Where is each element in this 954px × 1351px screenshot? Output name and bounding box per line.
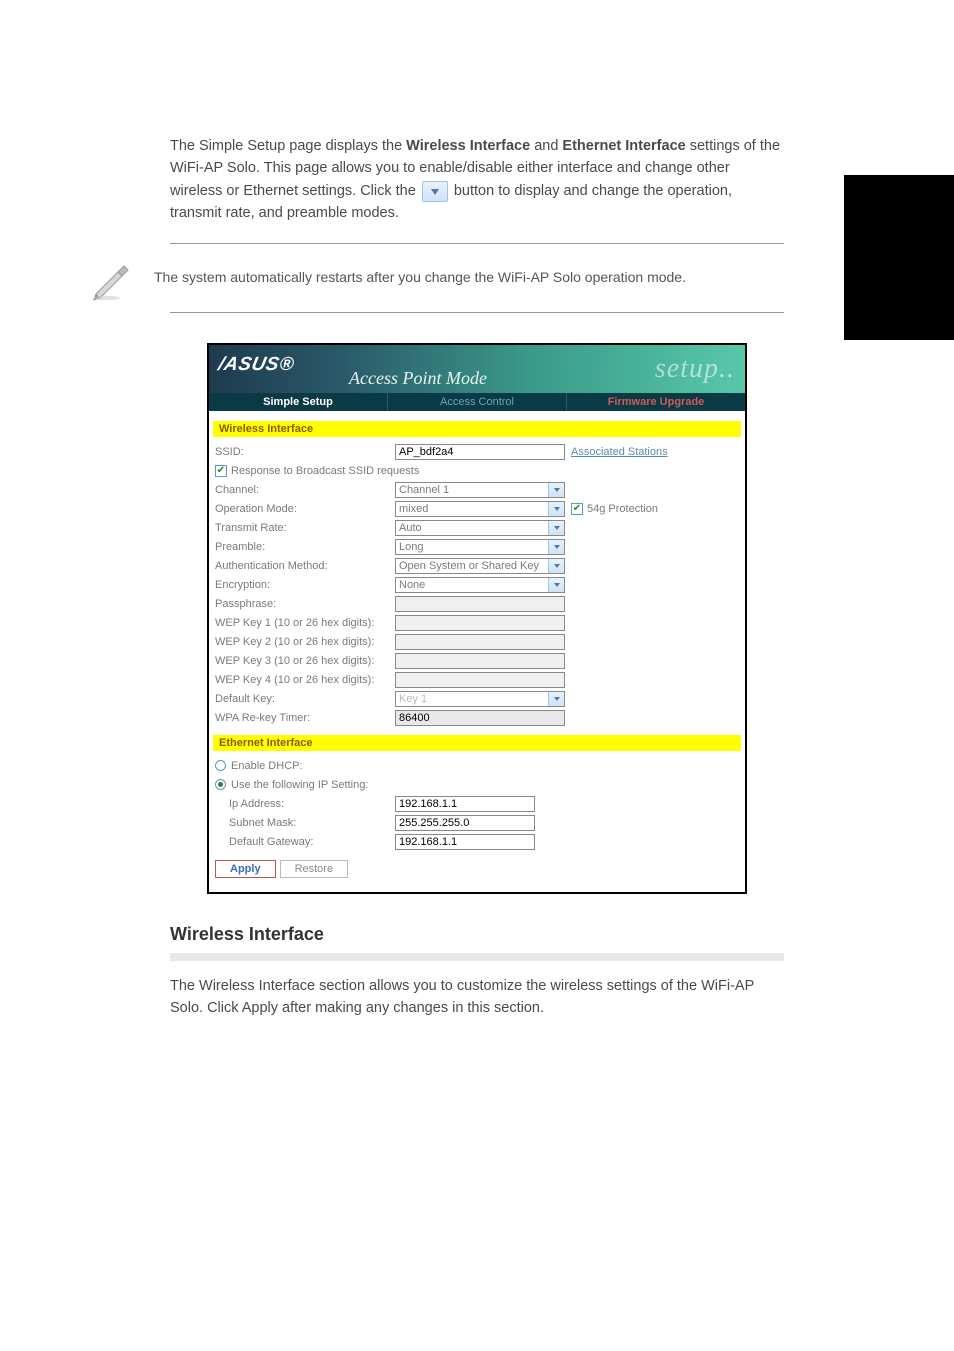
ssid-label: SSID: [215,446,395,458]
gray-divider [170,953,784,961]
wep2-label: WEP Key 2 (10 or 26 hex digits): [215,636,395,648]
shot-header: /ASUS® Access Point Mode setup.. [209,345,745,393]
rekey-label: WPA Re-key Timer: [215,712,395,724]
apply-button[interactable]: Apply [215,860,276,878]
preamble-label: Preamble: [215,541,395,553]
restore-button[interactable]: Restore [280,860,349,878]
channel-label: Channel: [215,484,395,496]
ip-input[interactable] [395,796,535,812]
opmode-label: Operation Mode: [215,503,395,515]
ip-label: Ip Address: [215,798,395,810]
defkey-label: Default Key: [215,693,395,705]
tab-simple-setup[interactable]: Simple Setup [209,393,388,411]
ap-mode-title: Access Point Mode [349,368,487,389]
rekey-input[interactable] [395,710,565,726]
channel-select[interactable]: Channel 1 [395,482,565,498]
setup-word: setup.. [655,353,735,385]
opmode-select[interactable]: mixed [395,501,565,517]
txrate-select[interactable]: Auto [395,520,565,536]
note-text: The system automatically restarts after … [154,268,784,288]
wi-desc: The Wireless Interface section allows yo… [170,975,784,1020]
wi-heading: Wireless Interface [170,924,784,945]
preamble-select[interactable]: Long [395,539,565,555]
broadcast-checkbox[interactable]: ✔ [215,465,227,477]
txrate-label: Transmit Rate: [215,522,395,534]
wep4-input[interactable] [395,672,565,688]
wep4-label: WEP Key 4 (10 or 26 hex digits): [215,674,395,686]
section-wireless: Wireless Interface [213,421,741,437]
enc-select[interactable]: None [395,577,565,593]
gw-input[interactable] [395,834,535,850]
auth-select[interactable]: Open System or Shared Key [395,558,565,574]
assoc-stations-link[interactable]: Associated Stations [571,446,668,458]
54g-label: 54g Protection [587,503,658,515]
enc-label: Encryption: [215,579,395,591]
tab-firmware-upgrade[interactable]: Firmware Upgrade [567,393,745,411]
pass-label: Passphrase: [215,598,395,610]
wep3-label: WEP Key 3 (10 or 26 hex digits): [215,655,395,667]
static-radio[interactable] [215,779,226,790]
section-ethernet: Ethernet Interface [213,735,741,751]
broadcast-label: Response to Broadcast SSID requests [231,465,419,477]
note-block: The system automatically restarts after … [170,243,784,313]
defkey-select[interactable]: Key 1 [395,691,565,707]
setup-screenshot: /ASUS® Access Point Mode setup.. Simple … [207,343,747,894]
54g-checkbox[interactable]: ✔ [571,503,583,515]
tab-access-control[interactable]: Access Control [388,393,567,411]
mask-label: Subnet Mask: [215,817,395,829]
wep1-input[interactable] [395,615,565,631]
mask-input[interactable] [395,815,535,831]
dhcp-label: Enable DHCP: [231,760,303,772]
wep3-input[interactable] [395,653,565,669]
wep1-label: WEP Key 1 (10 or 26 hex digits): [215,617,395,629]
static-label: Use the following IP Setting: [231,779,368,791]
dhcp-radio[interactable] [215,760,226,771]
pencil-icon [88,254,136,302]
dropdown-icon [422,181,448,202]
gw-label: Default Gateway: [215,836,395,848]
tabs: Simple Setup Access Control Firmware Upg… [209,393,745,411]
ssid-input[interactable] [395,444,565,460]
auth-label: Authentication Method: [215,560,395,572]
wep2-input[interactable] [395,634,565,650]
asus-logo: /ASUS [216,349,282,376]
pass-input[interactable] [395,596,565,612]
intro-text: The Simple Setup page displays the Wirel… [170,135,784,225]
